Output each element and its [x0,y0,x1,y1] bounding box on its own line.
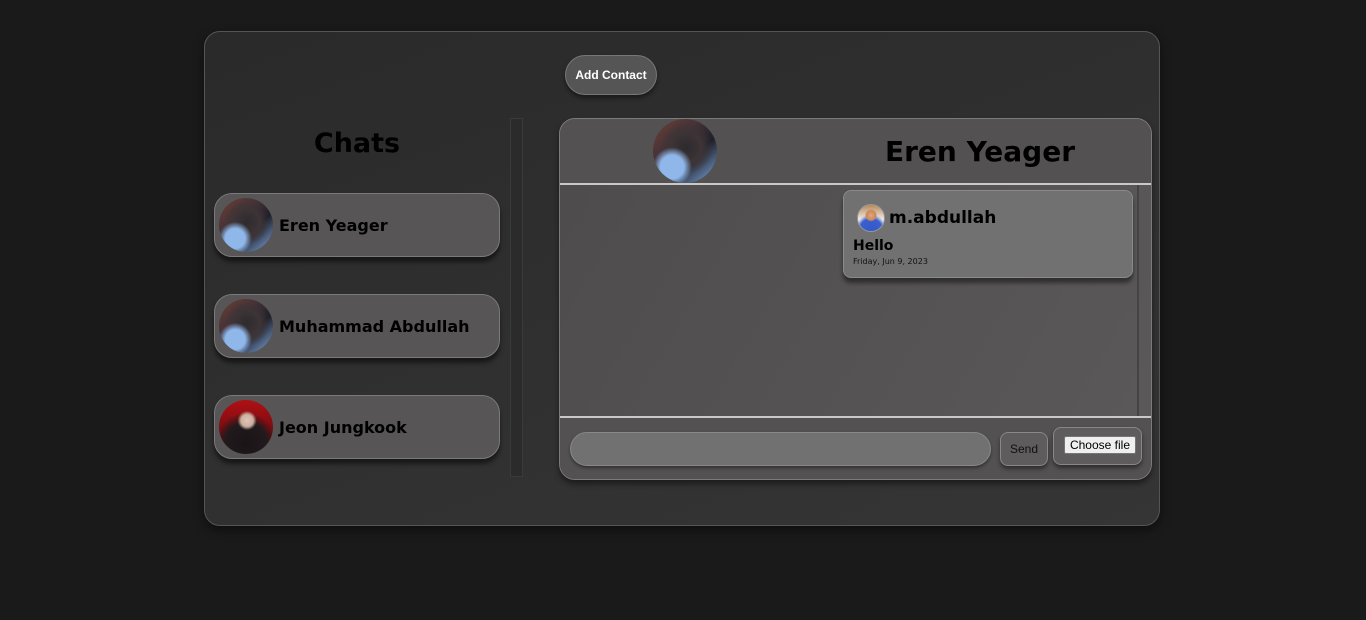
sender-avatar [857,204,885,232]
contact-avatar [219,299,273,353]
message-text: Hello [853,238,894,254]
contact-avatar [219,400,273,454]
contact-name: Jeon Jungkook [279,417,407,437]
contact-avatar [219,198,273,252]
chat-list-item-eren-yeager[interactable]: Eren Yeager [214,193,500,257]
contact-name: Muhammad Abdullah [279,316,470,336]
sidebar-divider [510,118,523,477]
message-bubble: m.abdullah Hello Friday, Jun 9, 2023 [843,190,1133,278]
message-timestamp: Friday, Jun 9, 2023 [853,257,928,266]
chat-list-item-jeon-jungkook[interactable]: Jeon Jungkook [214,395,500,459]
message-composer: Send Choose file [560,416,1151,479]
conversation-panel: Eren Yeager m.abdullah Hello Friday, Jun… [559,118,1152,480]
choose-file-button[interactable]: Choose file [1064,436,1136,454]
active-contact-avatar [653,119,717,183]
active-contact-name: Eren Yeager [884,135,1076,168]
message-input[interactable] [570,432,991,466]
send-button[interactable]: Send [1000,432,1048,466]
message-sender: m.abdullah [889,208,997,228]
file-upload-control[interactable]: Choose file [1053,427,1142,465]
chat-list-item-muhammad-abdullah[interactable]: Muhammad Abdullah [214,294,500,358]
add-contact-button[interactable]: Add Contact [565,55,657,95]
message-scrollbar[interactable] [1137,185,1139,416]
message-list[interactable]: m.abdullah Hello Friday, Jun 9, 2023 [560,185,1151,416]
chats-heading: Chats [313,128,401,159]
contact-name: Eren Yeager [279,215,388,235]
conversation-header: Eren Yeager [560,119,1151,185]
